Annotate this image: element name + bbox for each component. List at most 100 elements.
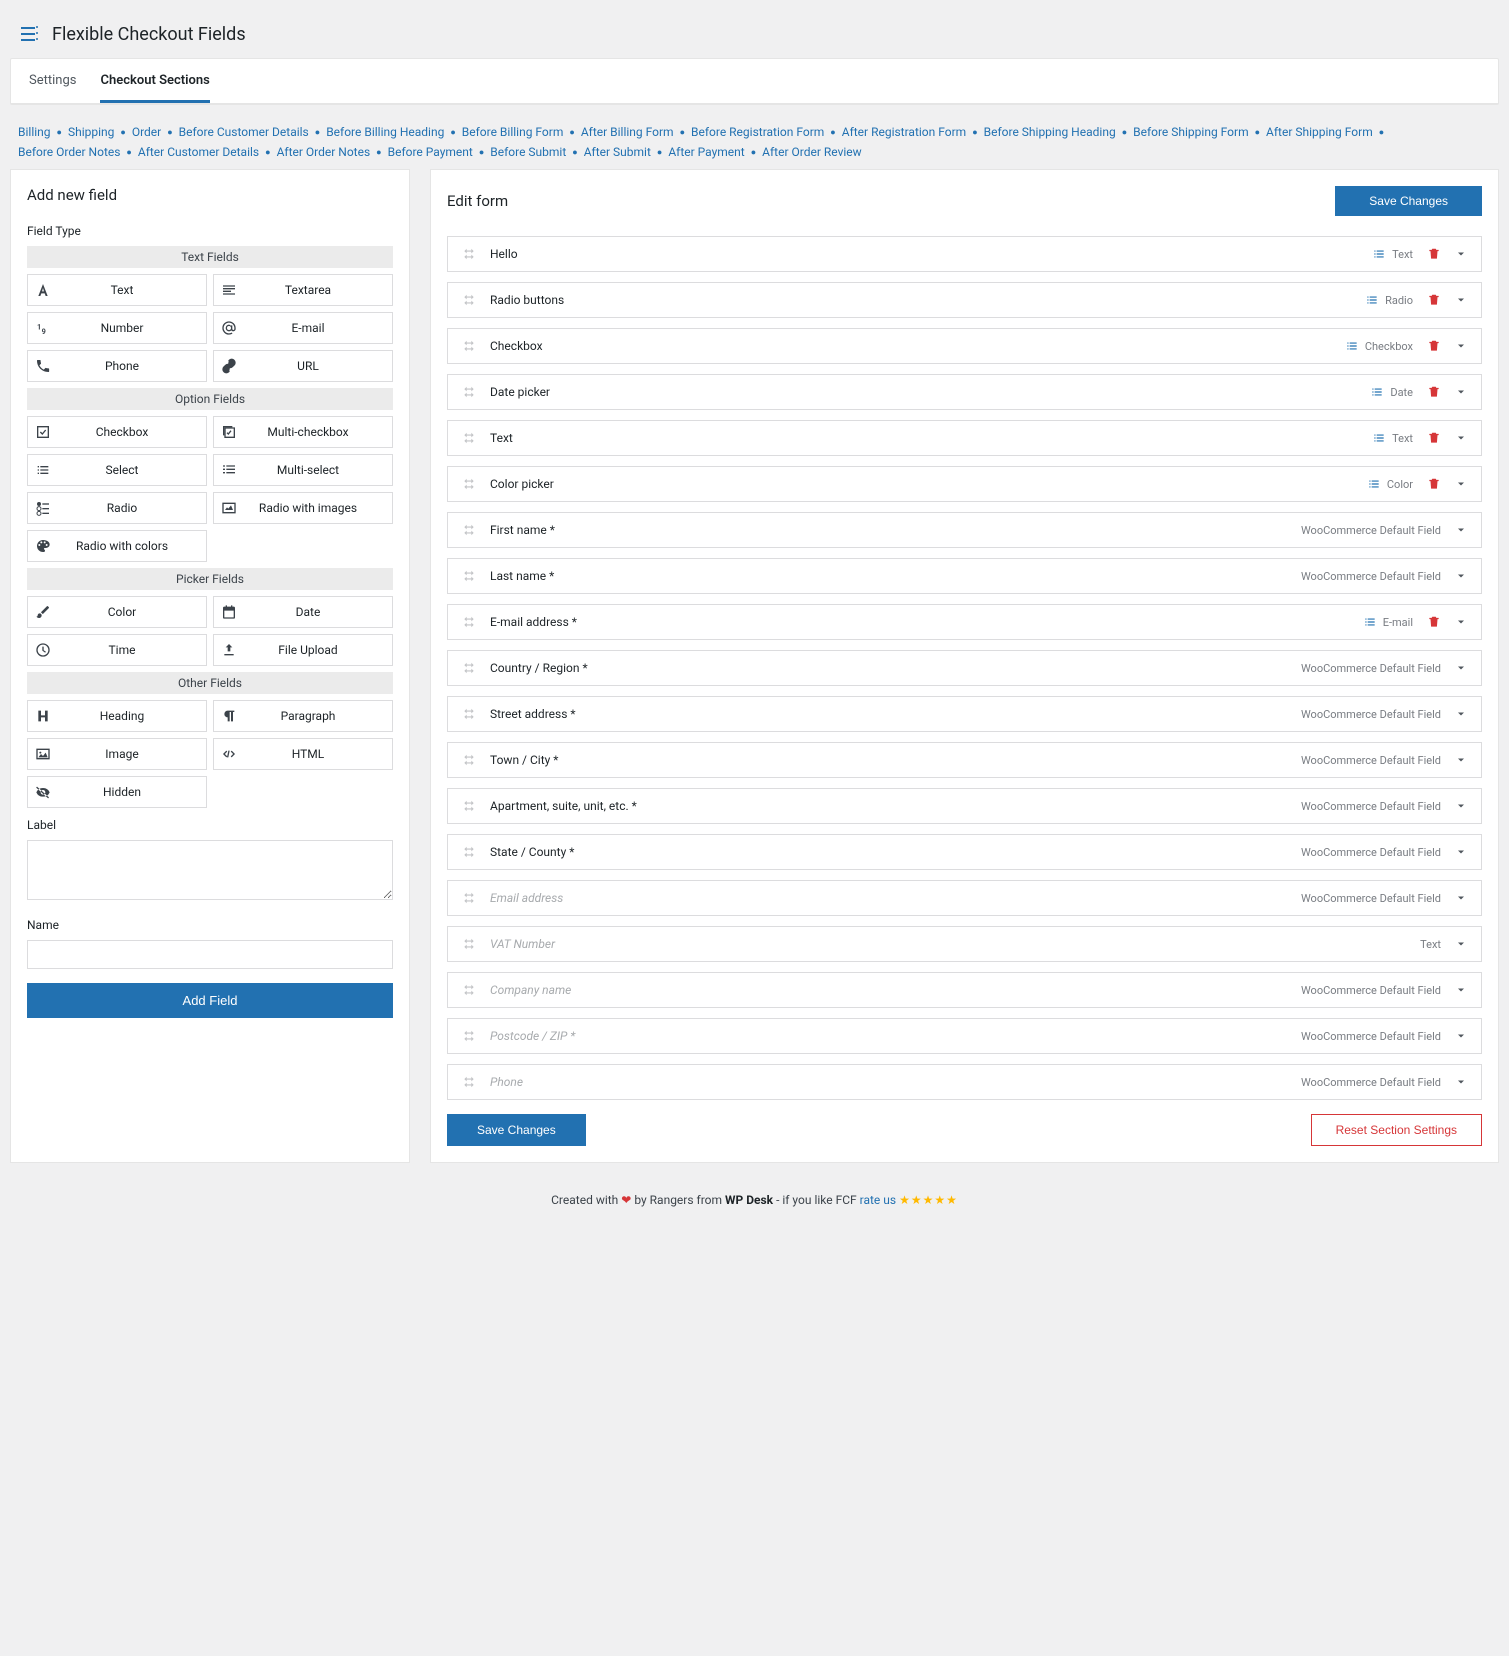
expand-field-button[interactable] — [1455, 1076, 1467, 1088]
field-type-checkbox[interactable]: Checkbox — [27, 416, 207, 448]
field-type-radio-with-colors[interactable]: Radio with colors — [27, 530, 207, 562]
field-type-file-upload[interactable]: File Upload — [213, 634, 393, 666]
field-type-radio[interactable]: Radio — [27, 492, 207, 524]
expand-field-button[interactable] — [1455, 432, 1467, 444]
field-type-multi-select[interactable]: Multi-select — [213, 454, 393, 486]
nav-link[interactable]: Billing — [18, 125, 51, 139]
nav-link[interactable]: Before Shipping Form — [1133, 125, 1248, 139]
save-changes-bottom[interactable]: Save Changes — [447, 1114, 586, 1146]
field-type-phone[interactable]: Phone — [27, 350, 207, 382]
expand-field-button[interactable] — [1455, 386, 1467, 398]
trash-icon — [1427, 615, 1441, 629]
field-type-select[interactable]: Select — [27, 454, 207, 486]
nav-link[interactable]: After Billing Form — [581, 125, 674, 139]
expand-field-button[interactable] — [1455, 662, 1467, 674]
delete-field-button[interactable] — [1427, 385, 1441, 399]
delete-field-button[interactable] — [1427, 477, 1441, 491]
tab-settings[interactable]: Settings — [29, 59, 76, 103]
drag-handle-icon[interactable] — [462, 293, 476, 307]
field-type-number[interactable]: Number — [27, 312, 207, 344]
field-row: HelloText — [447, 236, 1482, 272]
drag-handle-icon[interactable] — [462, 753, 476, 767]
field-type-color[interactable]: Color — [27, 596, 207, 628]
field-type-html[interactable]: HTML — [213, 738, 393, 770]
expand-field-button[interactable] — [1455, 294, 1467, 306]
expand-field-button[interactable] — [1455, 570, 1467, 582]
rate-us-link[interactable]: rate us — [860, 1193, 896, 1207]
nav-link[interactable]: Shipping — [68, 125, 114, 139]
nav-link[interactable]: Before Order Notes — [18, 145, 120, 159]
drag-handle-icon[interactable] — [462, 385, 476, 399]
expand-field-button[interactable] — [1455, 708, 1467, 720]
add-field-button[interactable]: Add Field — [27, 983, 393, 1018]
reset-section-button[interactable]: Reset Section Settings — [1311, 1114, 1482, 1146]
delete-field-button[interactable] — [1427, 339, 1441, 353]
expand-field-button[interactable] — [1455, 1030, 1467, 1042]
expand-field-button[interactable] — [1455, 616, 1467, 628]
drag-handle-icon[interactable] — [462, 247, 476, 261]
name-input[interactable] — [27, 940, 393, 969]
drag-handle-icon[interactable] — [462, 569, 476, 583]
drag-handle-icon[interactable] — [462, 891, 476, 905]
save-changes-top[interactable]: Save Changes — [1335, 186, 1482, 216]
field-type-e-mail[interactable]: E-mail — [213, 312, 393, 344]
nav-link[interactable]: After Order Notes — [277, 145, 371, 159]
expand-field-button[interactable] — [1455, 800, 1467, 812]
footer: Created with ❤ by Rangers from WP Desk -… — [10, 1163, 1499, 1223]
drag-handle-icon[interactable] — [462, 339, 476, 353]
field-type-text[interactable]: Text — [27, 274, 207, 306]
nav-link[interactable]: After Payment — [668, 145, 744, 159]
nav-link[interactable]: After Registration Form — [842, 125, 966, 139]
nav-link[interactable]: Before Payment — [388, 145, 473, 159]
drag-handle-icon[interactable] — [462, 523, 476, 537]
tab-checkout-sections[interactable]: Checkout Sections — [100, 59, 209, 103]
field-type-time[interactable]: Time — [27, 634, 207, 666]
field-type-heading[interactable]: Heading — [27, 700, 207, 732]
expand-field-button[interactable] — [1455, 754, 1467, 766]
nav-link[interactable]: After Customer Details — [138, 145, 259, 159]
drag-handle-icon[interactable] — [462, 477, 476, 491]
drag-handle-icon[interactable] — [462, 799, 476, 813]
nav-link[interactable]: Before Billing Form — [462, 125, 564, 139]
drag-handle-icon[interactable] — [462, 1075, 476, 1089]
nav-link[interactable]: Before Shipping Heading — [984, 125, 1116, 139]
field-type-image[interactable]: Image — [27, 738, 207, 770]
field-type-paragraph[interactable]: Paragraph — [213, 700, 393, 732]
nav-link[interactable]: After Submit — [584, 145, 651, 159]
nav-link[interactable]: Before Customer Details — [179, 125, 309, 139]
delete-field-button[interactable] — [1427, 247, 1441, 261]
expand-field-button[interactable] — [1455, 846, 1467, 858]
drag-handle-icon[interactable] — [462, 983, 476, 997]
nav-link[interactable]: After Shipping Form — [1266, 125, 1373, 139]
expand-field-button[interactable] — [1455, 248, 1467, 260]
field-type-date[interactable]: Date — [213, 596, 393, 628]
delete-field-button[interactable] — [1427, 615, 1441, 629]
nav-link[interactable]: Before Submit — [490, 145, 566, 159]
expand-field-button[interactable] — [1455, 340, 1467, 352]
drag-handle-icon[interactable] — [462, 937, 476, 951]
drag-handle-icon[interactable] — [462, 1029, 476, 1043]
nav-link[interactable]: Before Billing Heading — [326, 125, 444, 139]
expand-field-button[interactable] — [1455, 478, 1467, 490]
nav-link[interactable]: After Order Review — [762, 145, 862, 159]
field-type-radio-with-images[interactable]: Radio with images — [213, 492, 393, 524]
field-type-multi-checkbox[interactable]: Multi-checkbox — [213, 416, 393, 448]
drag-handle-icon[interactable] — [462, 845, 476, 859]
field-type-hidden[interactable]: Hidden — [27, 776, 207, 808]
field-type-url[interactable]: URL — [213, 350, 393, 382]
code-icon — [214, 746, 244, 762]
drag-handle-icon[interactable] — [462, 431, 476, 445]
nav-link[interactable]: Order — [132, 125, 161, 139]
expand-field-button[interactable] — [1455, 938, 1467, 950]
expand-field-button[interactable] — [1455, 892, 1467, 904]
expand-field-button[interactable] — [1455, 524, 1467, 536]
nav-link[interactable]: Before Registration Form — [691, 125, 824, 139]
field-type-textarea[interactable]: Textarea — [213, 274, 393, 306]
expand-field-button[interactable] — [1455, 984, 1467, 996]
delete-field-button[interactable] — [1427, 431, 1441, 445]
drag-handle-icon[interactable] — [462, 615, 476, 629]
delete-field-button[interactable] — [1427, 293, 1441, 307]
label-input[interactable] — [27, 840, 393, 900]
drag-handle-icon[interactable] — [462, 661, 476, 675]
drag-handle-icon[interactable] — [462, 707, 476, 721]
